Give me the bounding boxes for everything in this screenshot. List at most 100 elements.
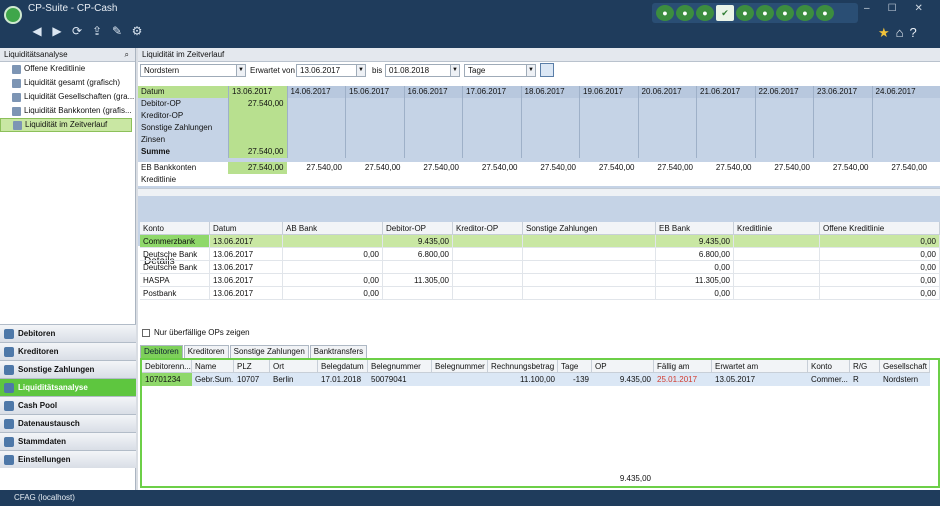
details-cell[interactable] [453, 235, 523, 248]
details-col-header[interactable]: EB Bank [656, 222, 734, 235]
details-cell[interactable]: 0,00 [283, 248, 383, 261]
items-cell[interactable] [432, 373, 488, 386]
search-icon[interactable]: ⌕ [125, 48, 129, 62]
module-icon-6[interactable]: ● [756, 5, 774, 21]
items-col-header[interactable]: OP [592, 360, 654, 373]
items-cell[interactable]: 13.05.2017 [712, 373, 808, 386]
items-col-header[interactable]: Belegdatum [318, 360, 368, 373]
details-cell[interactable] [453, 274, 523, 287]
module-icon-9[interactable]: ● [816, 5, 834, 21]
details-cell[interactable]: 13.06.2017 [210, 248, 283, 261]
details-cell[interactable]: 0,00 [820, 248, 940, 261]
details-col-header[interactable]: Konto [140, 222, 210, 235]
items-col-header[interactable]: Name [192, 360, 234, 373]
minimize-button[interactable]: – [864, 3, 870, 14]
star-icon[interactable]: ★ [878, 25, 890, 41]
items-col-header[interactable]: Tage [558, 360, 592, 373]
details-cell[interactable]: 13.06.2017 [210, 287, 283, 300]
to-date-field[interactable]: 01.08.2018 ▼ [385, 64, 460, 77]
nav-liquidit-tsanalyse[interactable]: Liquiditätsanalyse [0, 378, 136, 396]
module-icon-1[interactable]: ● [656, 5, 674, 21]
module-icon-7[interactable]: ● [776, 5, 794, 21]
details-cell[interactable] [734, 248, 820, 261]
details-cell[interactable]: Postbank [140, 287, 210, 300]
items-cell[interactable]: Berlin [270, 373, 318, 386]
nav-debitoren[interactable]: Debitoren [0, 324, 136, 342]
details-cell[interactable] [523, 248, 656, 261]
items-cell[interactable]: 25.01.2017 [654, 373, 712, 386]
details-cell[interactable]: Deutsche Bank [140, 261, 210, 274]
module-icon-5[interactable]: ● [736, 5, 754, 21]
items-col-header[interactable]: Konto [808, 360, 850, 373]
calculate-icon[interactable] [540, 63, 554, 77]
details-cell[interactable] [523, 235, 656, 248]
sidebar-item[interactable]: Liquidität Bankkonten (grafis... [0, 104, 135, 118]
home-icon[interactable]: ⌂ [896, 25, 904, 41]
sidebar-item[interactable]: Offene Kreditlinie [0, 62, 135, 76]
module-icon-8[interactable]: ● [796, 5, 814, 21]
details-col-header[interactable]: Offene Kreditlinie [820, 222, 940, 235]
items-cell[interactable]: 50079041 [368, 373, 432, 386]
overdue-checkbox[interactable] [142, 328, 150, 337]
nav-einstellungen[interactable]: Einstellungen [0, 450, 136, 468]
details-cell[interactable]: 0,00 [820, 274, 940, 287]
settings-icon[interactable]: ⚙ [130, 24, 144, 38]
help-icon[interactable]: ? [910, 25, 917, 41]
details-cell[interactable]: 9.435,00 [656, 235, 734, 248]
details-cell[interactable] [734, 287, 820, 300]
details-cell[interactable] [283, 235, 383, 248]
details-cell[interactable]: Deutsche Bank [140, 248, 210, 261]
details-col-header[interactable]: Debitor-OP [383, 222, 453, 235]
from-date-field[interactable]: 13.06.2017 ▼ [296, 64, 366, 77]
details-cell[interactable]: 0,00 [820, 287, 940, 300]
overdue-checkbox-row[interactable]: Nur überfällige OPs zeigen [142, 328, 250, 337]
items-col-header[interactable]: Gesellschaft [880, 360, 930, 373]
details-cell[interactable] [283, 261, 383, 274]
nav-sonstige-zahlungen[interactable]: Sonstige Zahlungen [0, 360, 136, 378]
period-select[interactable]: Tage ▼ [464, 64, 536, 77]
tools-icon[interactable]: ✎ [110, 24, 124, 38]
details-cell[interactable]: 0,00 [656, 287, 734, 300]
forward-icon[interactable]: ▶ [50, 24, 64, 38]
items-cell[interactable]: -139 [558, 373, 592, 386]
details-cell[interactable] [383, 287, 453, 300]
items-col-header[interactable]: Belegnummer 2 [432, 360, 488, 373]
items-col-header[interactable]: PLZ [234, 360, 270, 373]
items-col-header[interactable]: Fällig am [654, 360, 712, 373]
tab-sonstige-zahlungen[interactable]: Sonstige Zahlungen [229, 345, 309, 358]
sidebar-item[interactable]: Liquidität Gesellschaften (gra... [0, 90, 135, 104]
details-cell[interactable] [734, 274, 820, 287]
details-cell[interactable] [453, 248, 523, 261]
items-cell[interactable]: 17.01.2018 [318, 373, 368, 386]
module-icon-cash[interactable]: ✔ [716, 5, 734, 21]
horizontal-scrollbar[interactable] [138, 188, 940, 196]
details-col-header[interactable]: Datum [210, 222, 283, 235]
export-icon[interactable]: ⇪ [90, 24, 104, 38]
items-cell[interactable]: R [850, 373, 880, 386]
details-cell[interactable] [523, 274, 656, 287]
details-cell[interactable] [734, 235, 820, 248]
refresh-icon[interactable]: ⟳ [70, 24, 84, 38]
nav-stammdaten[interactable]: Stammdaten [0, 432, 136, 450]
close-button[interactable]: ✕ [915, 3, 923, 14]
items-col-header[interactable]: Debitorenn... [142, 360, 192, 373]
details-cell[interactable]: 0,00 [820, 235, 940, 248]
details-cell[interactable] [734, 261, 820, 274]
details-cell[interactable]: HASPA [140, 274, 210, 287]
details-cell[interactable]: 13.06.2017 [210, 261, 283, 274]
items-col-header[interactable]: Belegnummer [368, 360, 432, 373]
maximize-button[interactable]: ☐ [888, 3, 897, 14]
nav-cash-pool[interactable]: Cash Pool [0, 396, 136, 414]
details-cell[interactable] [523, 261, 656, 274]
items-cell[interactable]: 10701234 [142, 373, 192, 386]
details-col-header[interactable]: Kreditlinie [734, 222, 820, 235]
nav-kreditoren[interactable]: Kreditoren [0, 342, 136, 360]
details-cell[interactable] [453, 261, 523, 274]
details-cell[interactable] [383, 261, 453, 274]
items-col-header[interactable]: Rechnungsbetrag [488, 360, 558, 373]
items-cell[interactable]: 11.100,00 [488, 373, 558, 386]
items-col-header[interactable]: Erwartet am [712, 360, 808, 373]
details-col-header[interactable]: Kreditor-OP [453, 222, 523, 235]
items-col-header[interactable]: R/G [850, 360, 880, 373]
tab-kreditoren[interactable]: Kreditoren [183, 345, 229, 358]
